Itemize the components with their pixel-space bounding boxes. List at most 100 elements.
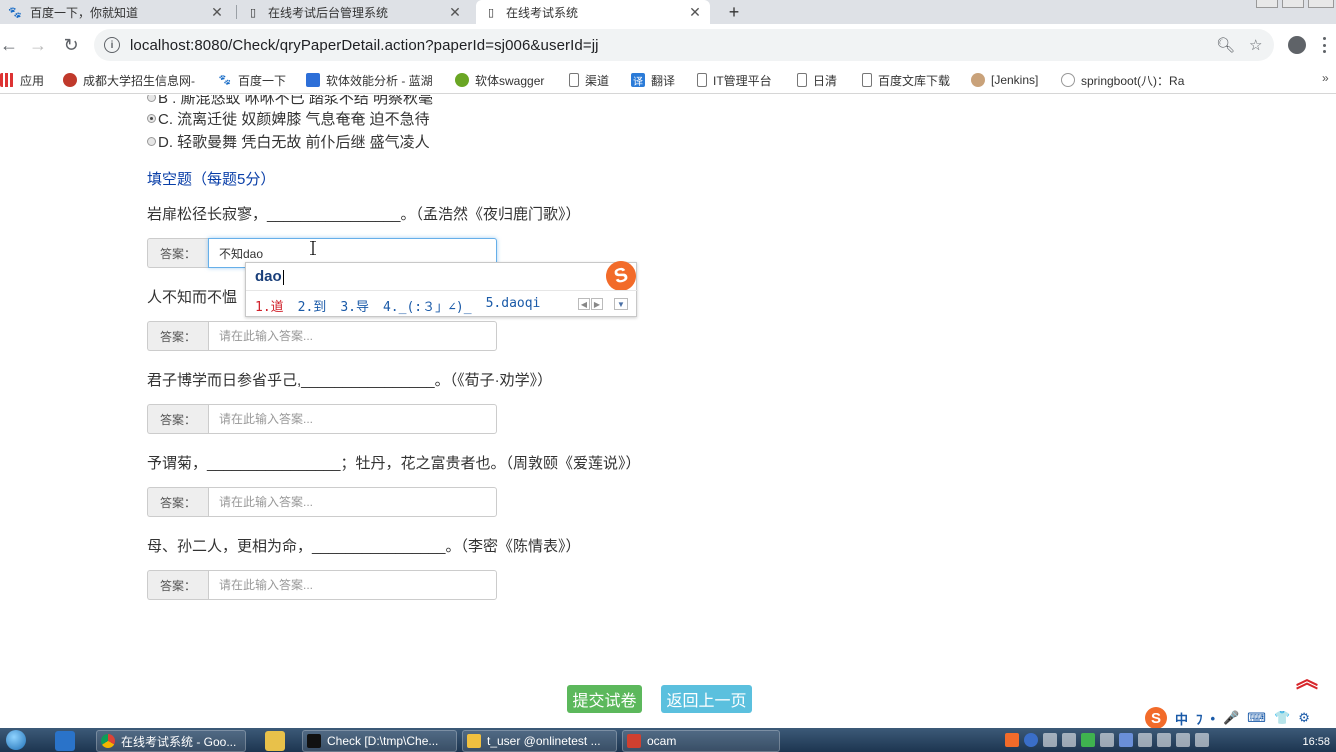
tab-baidu[interactable]: 🐾 百度一下，你就知道 ✕ — [0, 0, 232, 24]
close-window-button[interactable] — [1308, 0, 1334, 8]
taskbar-navicat[interactable]: t_user @onlinetest ... — [462, 730, 617, 752]
moon-icon[interactable]: ﾌ — [1196, 709, 1203, 728]
answer-input-4[interactable] — [208, 487, 497, 517]
wechat-icon[interactable] — [1081, 733, 1095, 747]
question-5: 母、孙二人，更相为命，________________。（李密《陈情表》） — [147, 538, 581, 555]
chrome-icon — [101, 734, 115, 748]
bookmark-label: IT管理平台 — [713, 73, 772, 88]
option-c[interactable]: C. 流离迁徙 奴颜婢膝 气息奄奄 迫不急待 — [147, 108, 430, 129]
profile-icon[interactable] — [1288, 36, 1306, 54]
scroll-to-top-icon[interactable]: ︽ — [1294, 669, 1320, 701]
reload-icon[interactable]: ↻ — [58, 32, 84, 58]
bookmark-label: 日清 — [813, 73, 838, 88]
taskbar-chrome[interactable]: 在线考试系统 - Goo... — [96, 730, 246, 752]
shield-icon[interactable] — [1119, 733, 1133, 747]
bookmark-channel[interactable]: 渠道 — [569, 71, 609, 89]
address-bar[interactable]: i localhost:8080/Check/qryPaperDetail.ac… — [94, 29, 1274, 61]
bookmarks-overflow-icon[interactable]: » — [1322, 71, 1329, 85]
ime-candidate[interactable]: 4._(:３」∠)_ — [383, 296, 472, 315]
menu-dots-icon[interactable] — [1323, 37, 1327, 53]
punctuation-icon[interactable]: • — [1211, 711, 1216, 726]
bookmark-cdu[interactable]: 成都大学招生信息网- — [63, 71, 195, 89]
question-3: 君子博学而日参省乎己,________________。（《荀子·劝学》） — [147, 372, 553, 389]
bookmark-baidu[interactable]: 🐾 百度一下 — [218, 71, 286, 89]
start-button[interactable] — [0, 728, 32, 752]
minimize-button[interactable] — [1256, 0, 1278, 8]
settings-icon[interactable]: ⚙ — [1298, 710, 1310, 726]
next-page-icon[interactable]: ▶ — [591, 298, 603, 310]
ime-candidate[interactable]: 1.道 — [255, 296, 284, 315]
chinese-mode-icon[interactable]: 中 — [1175, 709, 1188, 728]
star-icon[interactable]: ☆ — [1249, 36, 1262, 54]
option-text: C. 流离迁徙 奴颜婢膝 气息奄奄 迫不急待 — [158, 111, 430, 128]
taskbar-ocam[interactable]: ocam — [622, 730, 780, 752]
radio-button[interactable] — [147, 95, 156, 102]
answer-input-2[interactable] — [208, 321, 497, 351]
microphone-icon[interactable]: 🎤 — [1223, 710, 1239, 726]
close-icon[interactable]: ✕ — [688, 4, 702, 21]
ocam-icon — [627, 734, 641, 748]
bookmark-it[interactable]: IT管理平台 — [697, 71, 772, 89]
bookmark-riqing[interactable]: 日清 — [797, 71, 837, 89]
show-hidden-icon[interactable] — [1062, 733, 1076, 747]
bookmark-wenku[interactable]: 百度文库下载 — [862, 71, 950, 89]
flag-icon[interactable] — [1138, 733, 1152, 747]
option-text: B . 厮混悠蚁 咻咻不已 踏浆不结 明察秋毫 — [158, 95, 434, 107]
paw-icon: 🐾 — [218, 74, 232, 86]
help-icon[interactable] — [1024, 733, 1038, 747]
question-4: 予谓菊，________________；牡丹，花之富贵者也。（周敦颐《爱莲说》… — [147, 455, 641, 472]
answer-input-5[interactable] — [208, 570, 497, 600]
new-tab-button[interactable]: + — [724, 0, 744, 24]
option-d[interactable]: D. 轻歌曼舞 凭白无故 前仆后继 盛气凌人 — [147, 131, 430, 152]
bookmark-swagger[interactable]: 软体swagger — [455, 71, 544, 89]
bookmark-label: 软体效能分析 - 蓝湖 — [326, 73, 433, 88]
back-arrow-icon[interactable]: ← — [0, 32, 22, 58]
clock[interactable]: 16:58 — [1302, 736, 1330, 748]
info-icon[interactable]: i — [104, 37, 120, 53]
ime-candidate[interactable]: 5.daoqi — [486, 296, 541, 315]
radio-button[interactable] — [147, 137, 156, 146]
forward-arrow-icon[interactable]: → — [25, 32, 51, 58]
answer-input-3[interactable] — [208, 404, 497, 434]
ime-candidate[interactable]: 2.到 — [298, 296, 327, 315]
maximize-button[interactable] — [1282, 0, 1304, 8]
folder-icon[interactable] — [265, 731, 285, 751]
option-b[interactable]: B . 厮混悠蚁 咻咻不已 踏浆不结 明察秋毫 — [147, 95, 433, 108]
skin-icon[interactable]: 👕 — [1274, 710, 1290, 726]
zoom-icon[interactable]: 🔍︎ — [1216, 36, 1235, 54]
sogou-logo-icon[interactable]: S — [1145, 707, 1167, 729]
tab-exam[interactable]: ▯ 在线考试系统 ✕ — [476, 0, 710, 24]
usb-icon[interactable] — [1157, 733, 1171, 747]
ime-composition-text: dao — [255, 268, 282, 285]
keyboard-icon[interactable]: ⌨ — [1247, 710, 1266, 726]
volume-icon[interactable] — [1195, 733, 1209, 747]
taskbar-intellij[interactable]: Check [D:\tmp\Che... — [302, 730, 457, 752]
prev-page-icon[interactable]: ◀ — [578, 298, 590, 310]
submit-button[interactable]: 提交试卷 — [567, 685, 642, 713]
bookmark-label: 软体swagger — [475, 73, 545, 88]
bookmark-translate[interactable]: 译 翻译 — [631, 71, 675, 89]
bookmark-lanhu[interactable]: 软体效能分析 - 蓝湖 — [306, 71, 433, 89]
url-text[interactable]: localhost:8080/Check/qryPaperDetail.acti… — [130, 37, 599, 54]
system-tray — [1000, 728, 1336, 752]
network-icon[interactable] — [1043, 733, 1057, 747]
expand-icon[interactable]: ▼ — [614, 298, 628, 310]
ime-status-bar: S 中 ﾌ • 🎤 ⌨ 👕 ⚙ — [1145, 706, 1336, 730]
option-text: D. 轻歌曼舞 凭白无故 前仆后继 盛气凌人 — [158, 134, 430, 151]
back-button[interactable]: 返回上一页 — [661, 685, 752, 713]
ie-icon[interactable] — [55, 731, 75, 751]
close-icon[interactable]: ✕ — [448, 4, 462, 21]
question-2: 人不知而不愠 — [147, 289, 238, 306]
bookmark-jenkins[interactable]: [Jenkins] — [971, 71, 1038, 89]
close-icon[interactable]: ✕ — [210, 4, 224, 21]
sogou-tray-icon[interactable] — [1005, 733, 1019, 747]
taskbar-label: Check [D:\tmp\Che... — [327, 734, 439, 748]
ime-candidate[interactable]: 3.导 — [340, 296, 369, 315]
signal-icon[interactable] — [1176, 733, 1190, 747]
bluetooth-icon[interactable] — [1100, 733, 1114, 747]
translate-icon: 译 — [631, 73, 645, 88]
radio-button[interactable] — [147, 114, 156, 123]
tab-admin[interactable]: ▯ 在线考试后台管理系统 ✕ — [238, 0, 470, 24]
bookmark-springboot[interactable]: springboot(八)：Ra — [1061, 71, 1184, 89]
bookmark-apps[interactable]: 应用 — [0, 71, 44, 89]
